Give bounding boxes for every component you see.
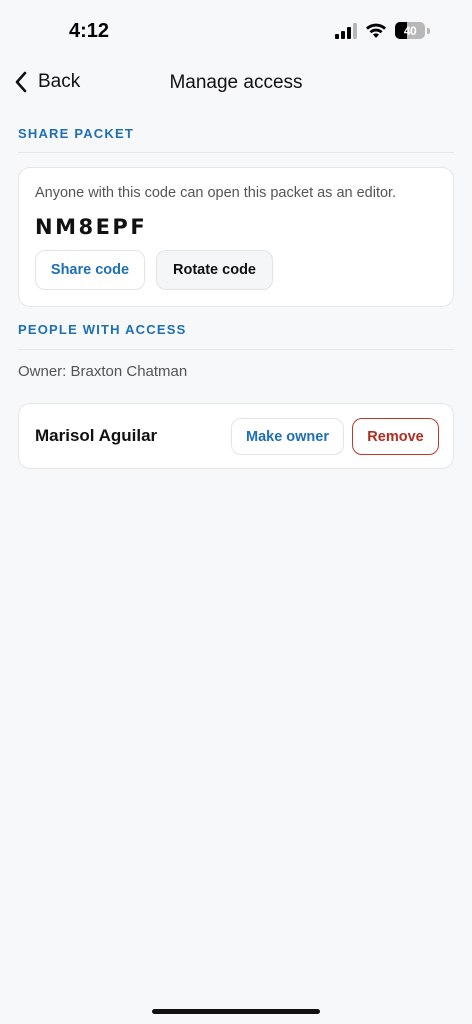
battery-percent: 40	[403, 23, 417, 38]
section-divider	[18, 152, 454, 153]
make-owner-button[interactable]: Make owner	[231, 418, 344, 455]
share-packet-card: Anyone with this code can open this pack…	[18, 167, 454, 307]
status-icons: 40	[335, 22, 430, 39]
share-description: Anyone with this code can open this pack…	[35, 185, 397, 201]
share-code-value: NM8EPF	[35, 215, 148, 239]
battery-icon: 40	[395, 22, 425, 39]
wifi-icon	[366, 23, 386, 38]
share-packet-header: SHARE PACKET	[18, 126, 135, 141]
people-with-access-header: PEOPLE WITH ACCESS	[18, 322, 187, 337]
cellular-signal-icon	[335, 22, 357, 39]
member-row: Marisol Aguilar Make owner Remove	[18, 403, 454, 469]
battery-nub	[427, 27, 430, 34]
rotate-code-button[interactable]: Rotate code	[156, 250, 273, 290]
manage-access-screen: 4:12 40 Back Manage access SHARE PACKET …	[0, 0, 472, 1024]
home-indicator[interactable]	[152, 1009, 320, 1014]
share-code-button[interactable]: Share code	[35, 250, 145, 290]
section-divider	[18, 349, 454, 350]
remove-member-button[interactable]: Remove	[352, 418, 439, 455]
page-title: Manage access	[169, 72, 303, 93]
member-name: Marisol Aguilar	[35, 426, 158, 445]
status-bar: 4:12 40	[0, 0, 472, 62]
owner-label: Owner: Braxton Chatman	[18, 363, 188, 380]
navigation-bar: Back Manage access	[0, 62, 472, 106]
status-time: 4:12	[69, 20, 110, 42]
